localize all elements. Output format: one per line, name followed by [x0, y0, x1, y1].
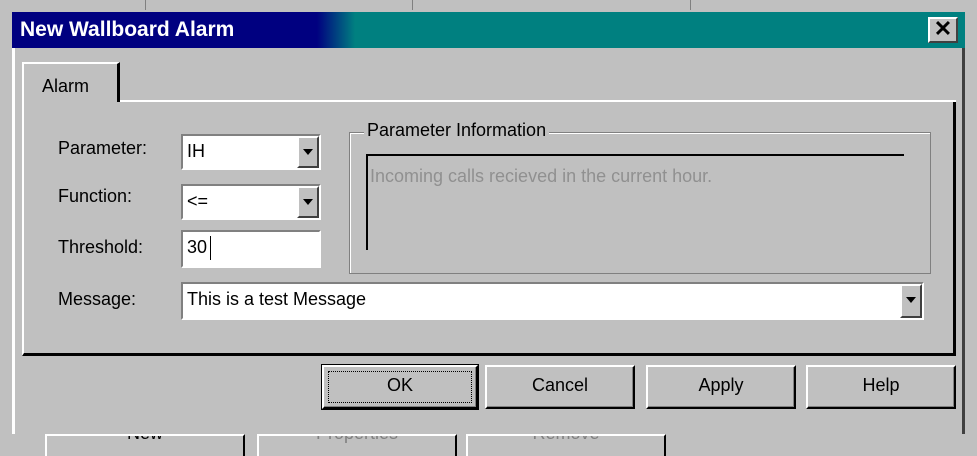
- parent-properties-button[interactable]: Properties: [257, 434, 457, 456]
- dialog-title: New Wallboard Alarm: [20, 18, 235, 41]
- close-button[interactable]: ✕: [928, 17, 958, 43]
- message-label: Message:: [58, 289, 137, 309]
- parameter-info-title: Parameter Information: [364, 120, 550, 141]
- parameter-value: IH: [187, 141, 205, 161]
- ok-button[interactable]: OK: [321, 364, 479, 410]
- title-bar[interactable]: New Wallboard Alarm ✕: [12, 12, 965, 48]
- chevron-down-icon[interactable]: [297, 136, 319, 168]
- threshold-label: Threshold:: [58, 237, 144, 257]
- tab-page-top-edge: [120, 100, 956, 102]
- help-label: Help: [862, 375, 900, 395]
- ok-label: OK: [386, 375, 413, 395]
- function-label: Function:: [58, 186, 133, 206]
- tab-alarm[interactable]: Alarm: [22, 62, 120, 102]
- parent-remove-button[interactable]: Remove: [466, 434, 666, 456]
- parent-properties-label: Properties: [259, 436, 455, 444]
- parent-window-divider: [145, 0, 146, 10]
- close-icon: ✕: [933, 16, 953, 41]
- parent-new-button[interactable]: New: [45, 434, 245, 456]
- message-value: This is a test Message: [187, 289, 367, 309]
- apply-label: Apply: [698, 375, 744, 395]
- window-frame-right: [962, 48, 965, 434]
- parent-window-divider: [690, 0, 691, 10]
- apply-button[interactable]: Apply: [646, 365, 796, 409]
- chevron-down-icon[interactable]: [900, 284, 922, 318]
- function-value: <=: [187, 191, 209, 211]
- parent-window-divider: [412, 0, 413, 10]
- parameter-label: Parameter:: [58, 138, 148, 158]
- parameter-info-text: Incoming calls recieved in the current h…: [370, 166, 713, 186]
- cancel-button[interactable]: Cancel: [485, 365, 635, 409]
- window-frame-left: [12, 48, 15, 434]
- tab-label: Alarm: [42, 76, 90, 96]
- parent-window-strip: [0, 0, 977, 12]
- threshold-input[interactable]: 30: [181, 230, 321, 268]
- help-button[interactable]: Help: [806, 365, 956, 409]
- message-select[interactable]: This is a test Message: [181, 282, 924, 320]
- function-select[interactable]: <=: [181, 184, 321, 220]
- parent-new-label: New: [47, 436, 243, 444]
- cancel-label: Cancel: [531, 375, 589, 395]
- chevron-down-icon[interactable]: [297, 186, 319, 218]
- parent-remove-label: Remove: [468, 436, 664, 444]
- parameter-select[interactable]: IH: [181, 134, 321, 170]
- threshold-value: 30: [187, 237, 208, 257]
- text-caret: [210, 236, 211, 260]
